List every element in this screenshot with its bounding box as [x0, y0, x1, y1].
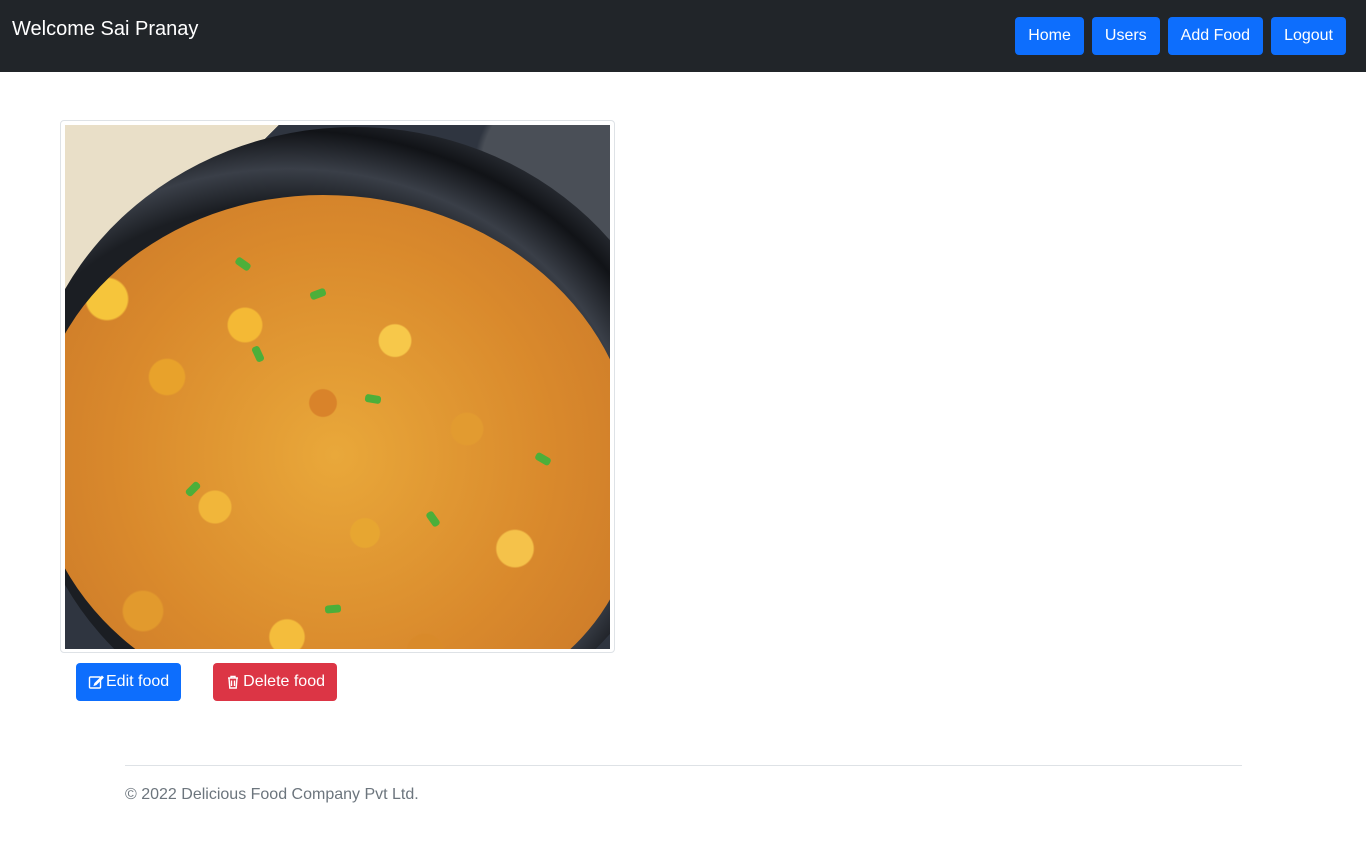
home-button[interactable]: Home	[1015, 17, 1084, 55]
nav-button-group: Home Users Add Food Logout	[1015, 17, 1346, 55]
add-food-button[interactable]: Add Food	[1167, 17, 1264, 55]
edit-icon	[88, 675, 104, 689]
edit-food-button[interactable]: Edit food	[76, 663, 182, 701]
delete-food-button[interactable]: Delete food	[213, 663, 337, 701]
delete-food-label: Delete food	[243, 673, 325, 690]
food-card	[60, 120, 615, 653]
welcome-title: Welcome Sai Pranay	[12, 18, 199, 40]
corn-pile-illustration	[65, 195, 610, 649]
edit-food-label: Edit food	[106, 673, 170, 690]
footer-copyright: © 2022 Delicious Food Company Pvt Ltd.	[125, 786, 419, 803]
logout-button[interactable]: Logout	[1271, 17, 1346, 55]
trash-icon	[228, 675, 239, 689]
users-button[interactable]: Users	[1091, 17, 1160, 55]
food-image	[65, 125, 610, 649]
top-navbar: Welcome Sai Pranay Home Users Add Food L…	[0, 0, 1366, 72]
food-actions: Edit food Delete food	[76, 663, 337, 701]
herb-garnish	[324, 604, 342, 614]
footer-divider	[125, 765, 1242, 766]
